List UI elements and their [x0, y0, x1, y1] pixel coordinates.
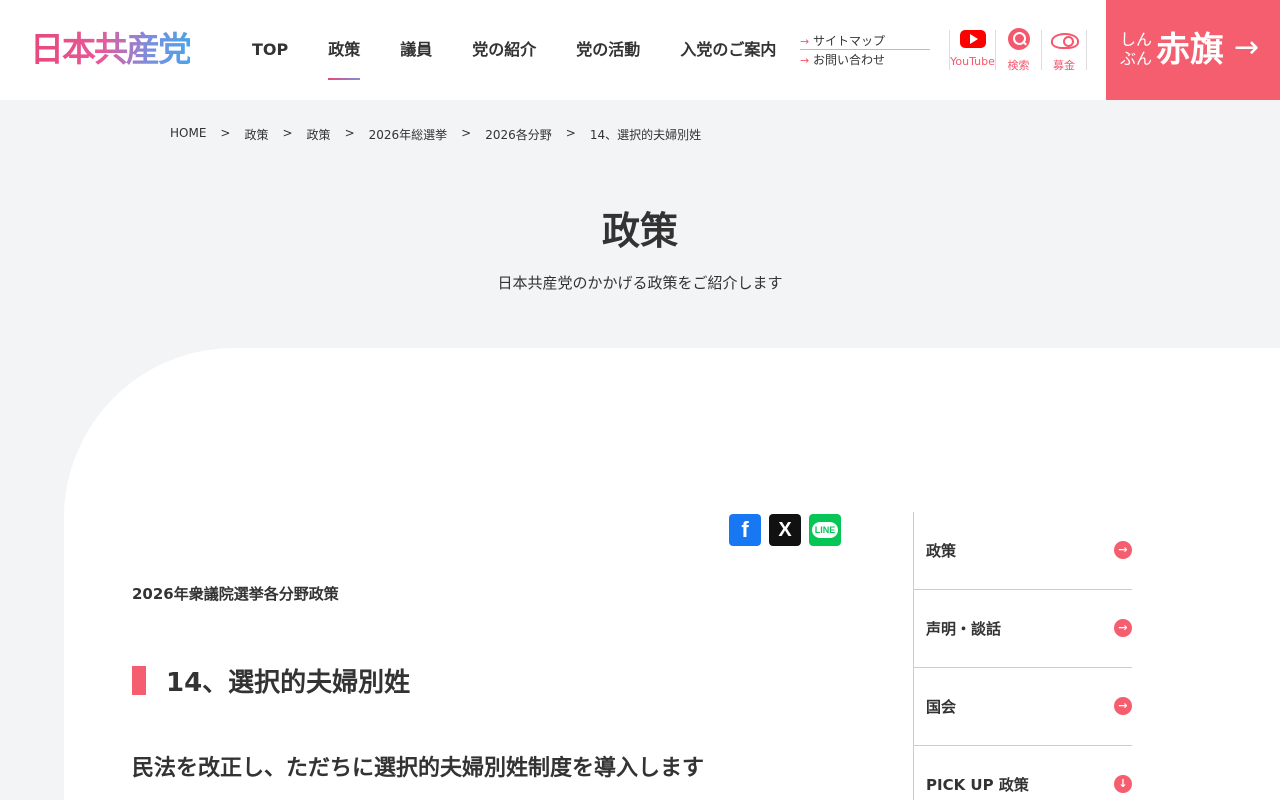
- page-subtitle: 日本共産党のかかげる政策をご紹介します: [497, 274, 783, 292]
- sitemap-link-label: サイトマップ: [813, 34, 886, 48]
- x-icon: X: [778, 518, 792, 541]
- breadcrumb-home[interactable]: HOME: [170, 126, 206, 143]
- article-kicker: 2026年衆議院選挙各分野政策: [132, 585, 339, 603]
- akahata-title: 赤旗: [1156, 30, 1224, 70]
- site-header: 日本共産党 TOP 政策 議員 党の紹介 党の活動 入党のご案内 → サイトマップ…: [0, 0, 1280, 100]
- breadcrumb-separator: >: [220, 126, 231, 140]
- side-nav-statements[interactable]: 声明・談話 →: [914, 590, 1132, 668]
- page-title: 政策: [601, 209, 678, 253]
- side-nav: 政策 → 声明・談話 → 国会 → PICK UP 政策 ↓: [913, 512, 1132, 800]
- side-nav-diet[interactable]: 国会 →: [914, 668, 1132, 746]
- side-nav-label: 声明・談話: [926, 620, 1002, 638]
- donation-label: 募金: [1053, 59, 1075, 72]
- arrow-right-circle-icon: →: [1114, 697, 1132, 715]
- facebook-share-button[interactable]: f: [729, 514, 761, 546]
- site-logo[interactable]: 日本共産党: [30, 30, 192, 70]
- breadcrumb-separator: >: [461, 126, 472, 140]
- breadcrumb-separator: >: [282, 126, 293, 140]
- breadcrumb: HOME > 政策 > 政策 > 2026年総選挙 > 2026各分野 > 14…: [170, 126, 701, 143]
- youtube-icon: [959, 30, 986, 48]
- line-icon: LINE: [811, 522, 839, 538]
- arrow-right-circle-icon: →: [1114, 541, 1132, 559]
- nav-members[interactable]: 議員: [380, 0, 452, 100]
- youtube-link[interactable]: YouTube: [949, 30, 995, 70]
- breadcrumb-policy[interactable]: 政策: [244, 126, 268, 143]
- side-nav-policy[interactable]: 政策 →: [914, 512, 1132, 590]
- breadcrumb-current: 14、選択的夫婦別姓: [589, 128, 702, 142]
- side-nav-label: 国会: [926, 698, 957, 716]
- nav-top[interactable]: TOP: [232, 0, 308, 100]
- youtube-label: YouTube: [950, 55, 995, 68]
- arrow-right-circle-icon: →: [1114, 619, 1132, 637]
- search-label: 検索: [1007, 59, 1030, 72]
- side-nav-pickup[interactable]: PICK UP 政策 ↓: [914, 746, 1132, 800]
- side-nav-label: PICK UP 政策: [926, 776, 1029, 794]
- contact-link-label: お問い合わせ: [813, 53, 886, 67]
- breadcrumb-separator: >: [344, 126, 355, 140]
- header-sub-links: → サイトマップ → お問い合わせ: [800, 33, 930, 69]
- breadcrumb-fields-2026[interactable]: 2026各分野: [485, 126, 552, 143]
- akahata-small-text: しんぶん: [1120, 30, 1153, 68]
- article-heading-text: 14、選択的夫婦別姓: [166, 667, 411, 698]
- x-share-button[interactable]: X: [769, 514, 801, 546]
- breadcrumb-policy-2[interactable]: 政策: [307, 126, 331, 143]
- breadcrumb-separator: >: [565, 126, 576, 140]
- article-subheading: 民法を改正し、ただちに選択的夫婦別姓制度を導入します: [132, 756, 705, 781]
- sitemap-link[interactable]: → サイトマップ: [800, 33, 930, 50]
- nav-join[interactable]: 入党のご案内: [660, 0, 796, 100]
- akahata-banner-link[interactable]: しんぶん 赤旗 →: [1106, 0, 1280, 100]
- donation-icon: [1049, 30, 1079, 50]
- arrow-right-icon: →: [800, 54, 810, 67]
- donation-link[interactable]: 募金: [1041, 30, 1087, 72]
- nav-about[interactable]: 党の紹介: [452, 0, 556, 100]
- breadcrumb-election-2026[interactable]: 2026年総選挙: [369, 126, 448, 143]
- search-icon: [1007, 28, 1030, 50]
- heading-accent-bar: [132, 665, 146, 695]
- arrow-down-circle-icon: ↓: [1114, 775, 1132, 793]
- side-nav-label: 政策: [926, 542, 957, 560]
- share-buttons: f X LINE: [729, 514, 841, 546]
- contact-link[interactable]: → お問い合わせ: [800, 52, 930, 69]
- line-share-button[interactable]: LINE: [809, 514, 841, 546]
- main-nav: TOP 政策 議員 党の紹介 党の活動 入党のご案内: [232, 0, 796, 100]
- facebook-icon: f: [741, 517, 749, 542]
- arrow-right-icon: →: [1234, 30, 1260, 65]
- arrow-right-icon: →: [800, 35, 810, 48]
- nav-activities[interactable]: 党の活動: [556, 0, 660, 100]
- article-heading: 14、選択的夫婦別姓: [132, 664, 411, 698]
- nav-policy[interactable]: 政策: [308, 0, 380, 100]
- search-button[interactable]: 検索: [995, 28, 1041, 72]
